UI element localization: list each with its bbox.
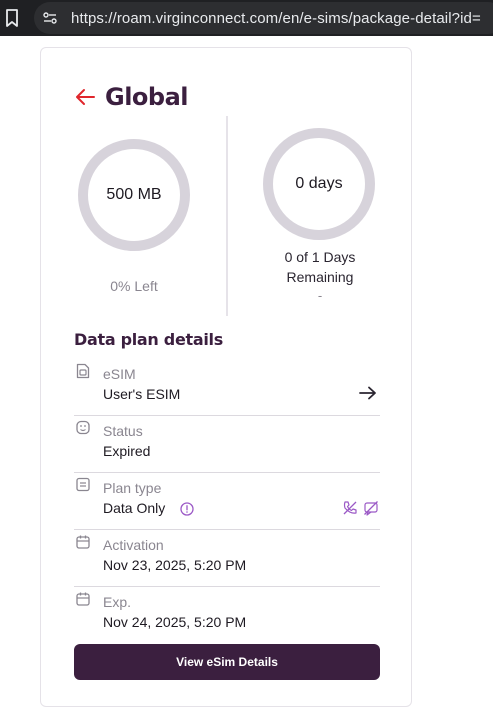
esim-row[interactable]: eSIM User's ESIM	[74, 359, 380, 416]
days-caption-remaining: Remaining	[286, 269, 354, 285]
expiry-label: Exp.	[103, 594, 132, 610]
data-amount: 500 MB	[106, 186, 162, 203]
status-label: Status	[103, 423, 143, 439]
sim-card-icon	[76, 363, 90, 379]
no-sms-icon	[364, 501, 378, 516]
package-detail-card: Global 500 MB 0% Left 0 days 0 of 1 Days…	[40, 47, 412, 707]
no-calls-icon	[343, 501, 357, 515]
site-settings-icon[interactable]	[42, 10, 58, 26]
plan-type-label: Plan type	[103, 480, 162, 496]
section-title: Data plan details	[74, 330, 223, 349]
bookmark-icon[interactable]	[4, 8, 20, 28]
calendar-icon	[76, 592, 90, 606]
plan-document-icon	[76, 477, 90, 492]
status-row: Status Expired	[74, 416, 380, 473]
data-left-caption: 0% Left	[110, 278, 158, 294]
esim-value: User's ESIM	[103, 386, 181, 402]
activation-row: Activation Nov 23, 2025, 5:20 PM	[74, 530, 380, 587]
days-usage-ring: 0 days	[263, 128, 375, 240]
arrow-left-icon[interactable]	[74, 88, 96, 106]
usage-divider	[226, 116, 228, 316]
plan-type-row: Plan type Data Only	[74, 473, 380, 530]
status-icon	[76, 420, 90, 435]
address-bar[interactable]: https://roam.virginconnect.com/en/e-sims…	[34, 2, 493, 34]
view-esim-details-button[interactable]: View eSim Details	[74, 644, 380, 680]
page-content: Global 500 MB 0% Left 0 days 0 of 1 Days…	[0, 36, 493, 707]
plan-type-value: Data Only	[103, 500, 166, 516]
expiry-row: Exp. Nov 24, 2025, 5:20 PM	[74, 587, 380, 644]
days-amount: 0 days	[295, 175, 343, 192]
info-icon[interactable]	[180, 502, 194, 516]
data-usage-ring: 500 MB	[78, 139, 190, 251]
days-caption-dash: -	[317, 288, 323, 303]
arrow-right-icon[interactable]	[358, 386, 378, 400]
status-value: Expired	[103, 443, 151, 459]
activation-label: Activation	[103, 537, 164, 553]
page-title: Global	[105, 83, 189, 111]
browser-toolbar: https://roam.virginconnect.com/en/e-sims…	[0, 0, 493, 36]
days-caption-count: 0 of 1 Days	[284, 249, 356, 265]
calendar-icon	[76, 535, 90, 549]
expiry-value: Nov 24, 2025, 5:20 PM	[103, 614, 247, 630]
esim-label: eSIM	[103, 366, 136, 382]
url-text[interactable]: https://roam.virginconnect.com/en/e-sims…	[71, 10, 481, 27]
activation-value: Nov 23, 2025, 5:20 PM	[103, 557, 247, 573]
